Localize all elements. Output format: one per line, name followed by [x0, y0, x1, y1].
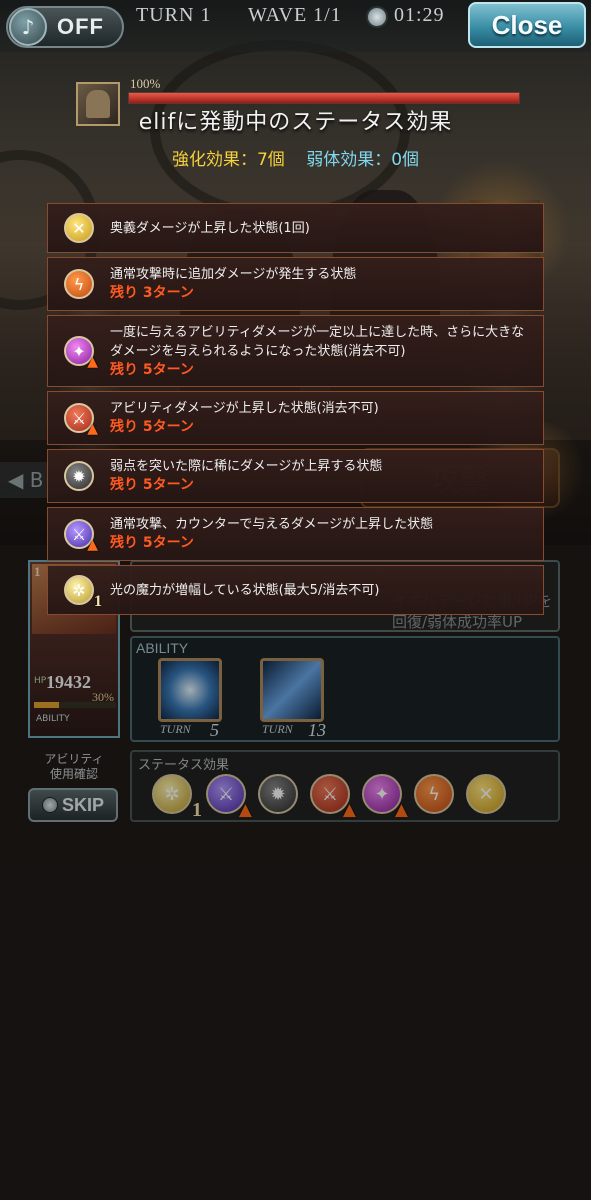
status-counts: 強化効果：7個 弱体効果：0個: [0, 145, 591, 170]
character-level: 1: [34, 564, 41, 579]
ability-1-button[interactable]: [158, 658, 222, 722]
turn-counter: TURN 1: [136, 4, 212, 26]
status-description: 弱点を突いた際に稀にダメージが上昇する状態: [110, 459, 383, 474]
ability-damage-cap-up-icon: ✦ ▲: [64, 336, 98, 370]
status-effect-list: ✕ 奥義ダメージが上昇した状態(1回) ϟ 通常攻撃時に追加ダメージが発生する状…: [47, 203, 544, 619]
status-description: 奥義ダメージが上昇した状態(1回): [110, 220, 310, 236]
close-button[interactable]: Close: [468, 2, 586, 48]
charge-attack-fill: [34, 702, 59, 708]
ougi-damage-up-icon: ✕: [466, 774, 506, 814]
sound-toggle-label: OFF: [57, 14, 104, 39]
battle-timer: 01:29: [394, 4, 445, 26]
ability-2-button[interactable]: [260, 658, 324, 722]
status-remaining-turns: 残り 5ターン: [110, 419, 194, 435]
status-row[interactable]: ✲ 1 光の魔力が増幅している状態(最大5/消去不可): [47, 565, 544, 615]
top-hud: ♪ OFF TURN 1 WAVE 1/1 01:29 Close: [0, 0, 591, 52]
ability-damage-up-icon: ⚔ ▲: [310, 774, 356, 820]
status-row[interactable]: ✦ ▲ 一度に与えるアビリティダメージが一定以上に達した時、さらに大きなダメージを…: [47, 315, 544, 387]
stack-count: 1: [192, 799, 202, 821]
status-description: 一度に与えるアビリティダメージが一定以上に達した時、さらに大きなダメージを与えら…: [110, 324, 525, 359]
target-hp-fill: [129, 93, 519, 103]
light-power-stack-icon: ✲ 1: [152, 774, 202, 821]
ability-2-turn-value: 13: [308, 720, 326, 740]
ability-panel-title: ABILITY: [136, 640, 189, 656]
light-power-stack-icon: ✲ 1: [64, 575, 102, 610]
sound-toggle-button[interactable]: ♪ OFF: [6, 6, 124, 48]
critical-up-icon: ✹: [258, 774, 298, 814]
ougi-damage-up-icon: ✕: [64, 213, 94, 243]
clock-icon: [366, 6, 388, 28]
target-hp-bar: [128, 92, 520, 104]
damage-up-icon: ⚔ ▲: [64, 519, 98, 553]
empty-bottom-area: [0, 865, 591, 1200]
ability-panel: ABILITY TURN 5 TURN 13: [130, 636, 560, 742]
wave-counter: WAVE 1/1: [248, 4, 342, 26]
status-remaining-turns: 残り 3ターン: [110, 285, 194, 301]
skip-label: SKIP: [61, 794, 104, 815]
bonus-damage-icon: ϟ: [64, 269, 94, 299]
status-description: アビリティダメージが上昇した状態(消去不可): [110, 401, 379, 416]
ability-2-turn-label: TURN: [262, 722, 293, 736]
ability-damage-cap-up-icon: ✦ ▲: [362, 774, 408, 820]
status-panel-title: elifに発動中のステータス効果: [138, 110, 453, 135]
status-row[interactable]: ⚔ ▲ アビリティダメージが上昇した状態(消去不可) 残り 5ターン: [47, 391, 544, 445]
debuff-count: 弱体効果：0個: [306, 150, 420, 170]
status-row[interactable]: ✹ 弱点を突いた際に稀にダメージが上昇する状態 残り 5ターン: [47, 449, 544, 503]
status-remaining-turns: 残り 5ターン: [110, 361, 194, 378]
skip-button[interactable]: SKIP: [28, 788, 118, 822]
ability-1-turn-value: 5: [210, 720, 219, 740]
character-ability-label: ABILITY: [36, 714, 70, 724]
status-remaining-turns: 残り 5ターン: [110, 535, 194, 551]
charge-attack-bar: [34, 702, 116, 708]
status-row[interactable]: ⚔ ▲ 通常攻撃、カウンターで与えるダメージが上昇した状態 残り 5ターン: [47, 507, 544, 561]
status-remaining-turns: 残り 5ターン: [110, 477, 194, 493]
ability-1-turn-label: TURN: [160, 722, 191, 736]
status-description: 通常攻撃時に追加ダメージが発生する状態: [110, 267, 357, 282]
stack-count: 1: [94, 593, 102, 610]
ability-confirm-label: アビリティ 使用確認: [44, 752, 104, 781]
character-hp-label: HP: [34, 676, 47, 686]
status-description: 通常攻撃、カウンターで与えるダメージが上昇した状態: [110, 517, 434, 532]
damage-up-icon: ⚔ ▲: [206, 774, 252, 820]
ability-damage-up-icon: ⚔ ▲: [64, 403, 98, 437]
bonus-damage-icon: ϟ: [414, 774, 454, 814]
status-strip-title: ステータス効果: [138, 758, 230, 773]
battle-screen: ♪ OFF TURN 1 WAVE 1/1 01:29 Close 100% e…: [0, 0, 591, 1200]
status-row[interactable]: ✕ 奥義ダメージが上昇した状態(1回): [47, 203, 544, 253]
status-description: 光の魔力が増幅している状態(最大5/消去不可): [110, 582, 380, 598]
character-hp: 19432: [46, 672, 91, 692]
target-hp-percent: 100%: [130, 76, 161, 91]
status-effect-strip[interactable]: ステータス効果 ✲ 1 ⚔ ▲ ✹ ⚔ ▲ ✦ ▲ ϟ ✕: [130, 750, 560, 822]
music-note-muted-icon: ♪: [9, 8, 47, 46]
buff-count: 強化効果：7個: [171, 150, 285, 170]
status-row[interactable]: ϟ 通常攻撃時に追加ダメージが発生する状態 残り 3ターン: [47, 257, 544, 311]
skip-toggle-icon: [41, 797, 58, 813]
critical-up-icon: ✹: [64, 461, 94, 491]
